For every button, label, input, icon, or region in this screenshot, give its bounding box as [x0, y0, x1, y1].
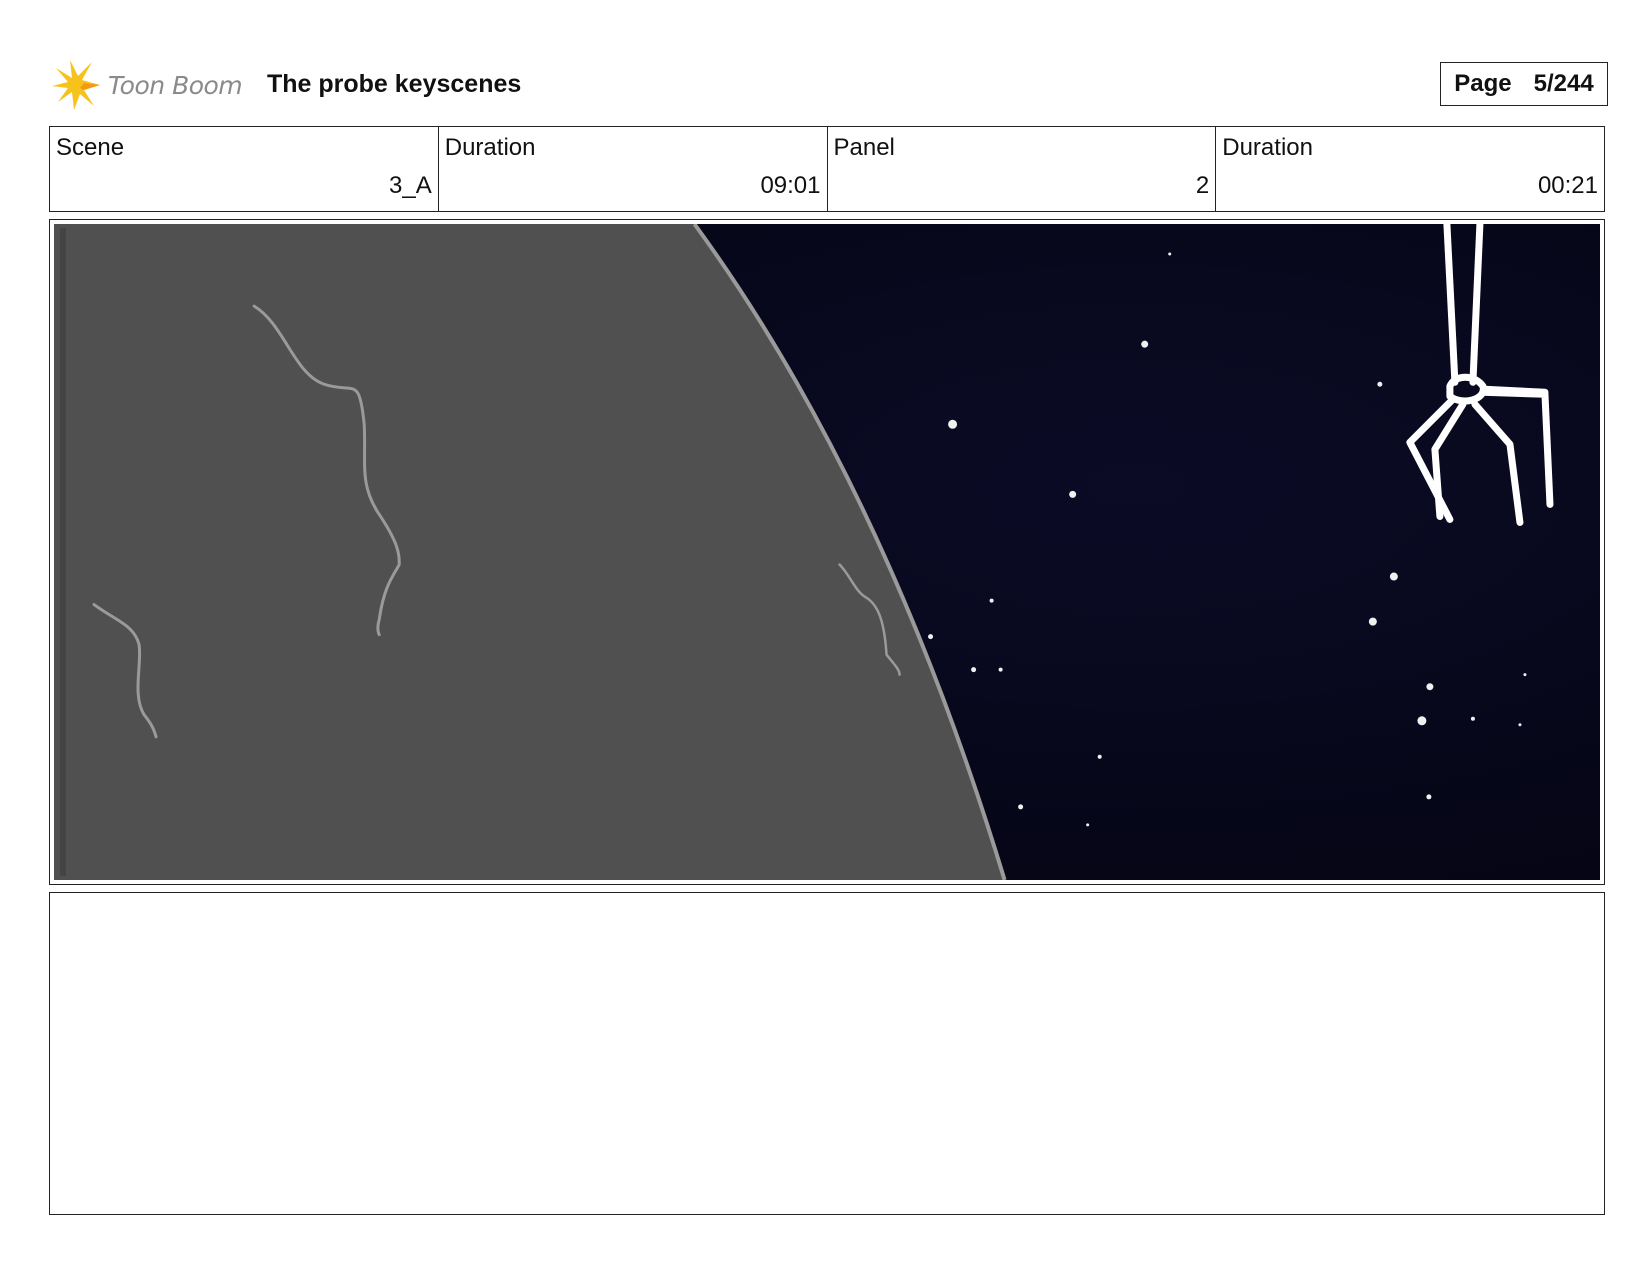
toon-boom-logo: Toon Boom	[52, 58, 243, 112]
document-title: The probe keyscenes	[267, 70, 522, 98]
storyboard-panel	[49, 219, 1605, 885]
page-number: 5/244	[1533, 70, 1594, 97]
panel-cell: Panel 2	[828, 127, 1217, 211]
page-header: Toon Boom The probe keyscenes Page 5/244	[52, 56, 1608, 112]
scene-info-row: Scene 3_A Duration 09:01 Panel 2 Duratio…	[49, 126, 1605, 212]
page-indicator: Page 5/244	[1440, 62, 1608, 106]
page-label: Page	[1454, 70, 1512, 97]
panel-label: Panel	[833, 134, 895, 161]
storyboard-image	[54, 224, 1600, 880]
panel-notes-box	[49, 892, 1605, 1215]
scene-cell: Scene 3_A	[50, 127, 439, 211]
scene-duration-cell: Duration 09:01	[439, 127, 828, 211]
brand-name: Toon Boom	[108, 70, 243, 100]
scene-label: Scene	[56, 134, 125, 161]
scene-duration-value: 09:01	[760, 172, 821, 199]
panel-value: 2	[1195, 172, 1210, 199]
scene-duration-label: Duration	[444, 134, 536, 161]
panel-duration-cell: Duration 00:21	[1216, 127, 1604, 211]
scene-value: 3_A	[389, 172, 432, 199]
panel-duration-value: 00:21	[1537, 172, 1598, 199]
starburst-icon	[52, 60, 100, 110]
panel-duration-label: Duration	[1222, 134, 1313, 161]
